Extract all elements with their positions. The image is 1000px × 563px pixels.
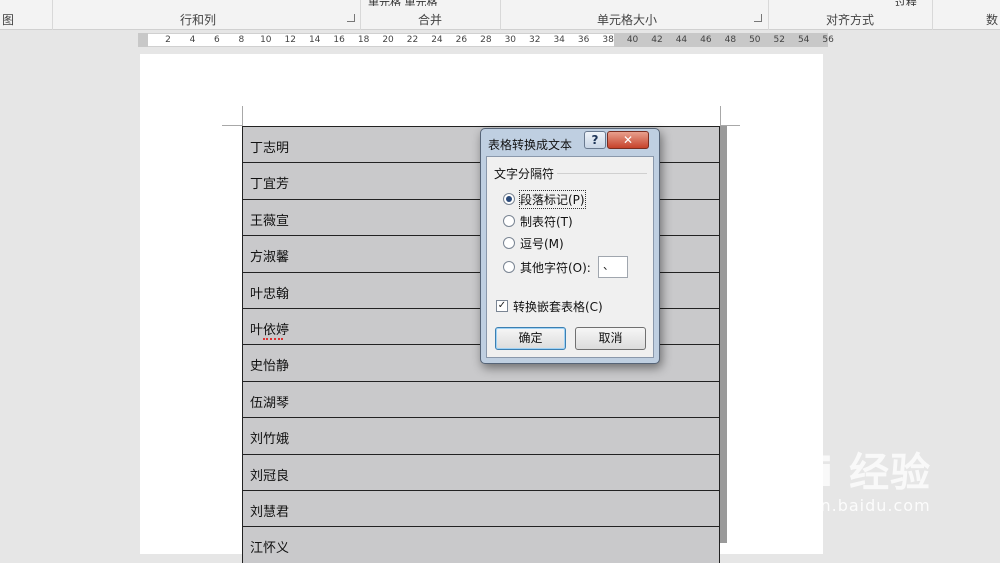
ruler-tick-label: 18 bbox=[357, 35, 370, 45]
group-divider bbox=[557, 173, 647, 174]
help-button[interactable]: ? bbox=[584, 131, 606, 149]
ruler-tick-label: 56 bbox=[822, 35, 834, 45]
ribbon-group-alignment: 对齐方式 bbox=[826, 13, 875, 27]
table-row[interactable]: 刘慧君 bbox=[242, 489, 720, 527]
checkbox-label: 转换嵌套表格(C) bbox=[513, 299, 603, 314]
ruler-tick-label: 38 bbox=[602, 35, 614, 45]
other-char-input[interactable]: 、 bbox=[598, 256, 628, 278]
table-cell-text: 刘冠良 bbox=[250, 468, 290, 484]
dialog-title: 表格转换成文本 bbox=[488, 138, 573, 152]
ribbon-separator bbox=[52, 0, 53, 30]
table-cell-text: 叶忠翰 bbox=[250, 286, 290, 302]
ruler-tick-label: 48 bbox=[724, 35, 737, 45]
ruler-tick-label: 12 bbox=[284, 35, 296, 45]
table-cell-text: 伍湖琴 bbox=[250, 395, 290, 411]
radio-selected-icon bbox=[503, 193, 515, 205]
table-cell-text: 刘慧君 bbox=[250, 504, 290, 520]
radio-label: 其他字符(O): bbox=[520, 260, 591, 275]
ok-button[interactable]: 确定 bbox=[495, 327, 566, 350]
radio-label: 段落标记(P) bbox=[519, 189, 586, 209]
table-cell-text: 方淑馨 bbox=[250, 250, 290, 266]
radio-unselected-icon bbox=[503, 237, 515, 249]
spelling-squiggle bbox=[263, 337, 283, 340]
crop-mark bbox=[720, 106, 721, 126]
ruler-tick-label: 30 bbox=[504, 35, 517, 45]
table-cell-text: 叶依婷 bbox=[250, 322, 290, 338]
ruler-tick-label: 8 bbox=[238, 35, 245, 45]
ruler-tick-label: 44 bbox=[675, 35, 688, 45]
table-row[interactable]: 伍湖琴 bbox=[242, 380, 720, 418]
ruler-tick-label: 32 bbox=[529, 35, 541, 45]
ruler-tick-label: 40 bbox=[626, 35, 639, 45]
ribbon: 单元格 单元格 过程 图 行和列 合并 单元格大小 对齐方式 数 bbox=[0, 0, 1000, 30]
table-row[interactable]: 刘竹娥 bbox=[242, 417, 720, 454]
ruler-tick-label: 54 bbox=[797, 35, 810, 45]
ruler-tick-label: 28 bbox=[480, 35, 492, 45]
ribbon-cut-merge-buttons[interactable]: 单元格 单元格 bbox=[368, 0, 438, 6]
ruler-tick-label: 34 bbox=[553, 35, 565, 45]
table-cell-text: 史怡静 bbox=[250, 359, 290, 375]
ruler-tick-label: 50 bbox=[749, 35, 761, 45]
table-cell-text: 丁志明 bbox=[250, 141, 290, 156]
ruler-tick-label: 26 bbox=[455, 35, 468, 45]
baidu-watermark-url: jingyan.baidu.com bbox=[766, 496, 931, 515]
ruler-tick-label: 42 bbox=[651, 35, 663, 45]
ribbon-separator bbox=[932, 0, 933, 30]
baidu-watermark-logo: Bai 经验 bbox=[760, 450, 932, 496]
crop-mark bbox=[242, 106, 243, 126]
row-end-selection-bar bbox=[720, 126, 727, 543]
radio-comma[interactable]: 逗号(M) bbox=[503, 235, 564, 251]
dialog-launcher-icon[interactable] bbox=[347, 14, 355, 22]
convert-nested-tables-checkbox[interactable]: ✓ 转换嵌套表格(C) bbox=[496, 298, 603, 314]
radio-tab[interactable]: 制表符(T) bbox=[503, 213, 573, 229]
ruler-margin-right bbox=[614, 33, 828, 47]
radio-other-char[interactable]: 其他字符(O): bbox=[503, 259, 591, 275]
ruler-tick-label: 10 bbox=[260, 35, 272, 45]
dialog-launcher-icon[interactable] bbox=[754, 14, 762, 22]
ruler-tick-label: 20 bbox=[382, 35, 394, 45]
ruler-tick-label: 2 bbox=[165, 35, 171, 45]
radio-paragraph-mark[interactable]: 段落标记(P) bbox=[503, 189, 586, 209]
ribbon-separator bbox=[768, 0, 769, 30]
table-cell-text: 江怀义 bbox=[250, 541, 290, 557]
ribbon-cut-align-button[interactable]: 过程 bbox=[895, 0, 917, 6]
ruler-tick-label: 16 bbox=[333, 35, 345, 45]
table-row[interactable]: 江怀义 bbox=[242, 526, 720, 563]
ruler-tick-label: 14 bbox=[308, 35, 321, 45]
table-cell-text: 王薇宣 bbox=[250, 213, 290, 229]
radio-unselected-icon bbox=[503, 215, 515, 227]
ribbon-group-cell-size: 单元格大小 bbox=[597, 13, 658, 27]
ribbon-separator bbox=[360, 0, 361, 30]
ruler-tick-label: 4 bbox=[189, 35, 196, 45]
crop-mark bbox=[222, 125, 242, 126]
ribbon-group-merge: 合并 bbox=[418, 13, 443, 27]
ruler-tick-label: 36 bbox=[577, 35, 590, 45]
ribbon-group-rows-cols: 行和列 bbox=[180, 13, 217, 27]
table-cell-text: 刘竹娥 bbox=[250, 432, 290, 448]
radio-label: 制表符(T) bbox=[520, 214, 573, 229]
dialog-body: 文字分隔符 段落标记(P) 制表符(T) 逗号(M) 其他字符(O): 、 ✓ … bbox=[486, 156, 654, 358]
ruler-tick-label: 22 bbox=[406, 35, 419, 45]
ruler-margin-left bbox=[138, 33, 148, 47]
ruler-tick-label: 6 bbox=[214, 35, 220, 45]
checkmark-icon: ✓ bbox=[496, 300, 508, 312]
close-button[interactable]: ✕ bbox=[607, 131, 649, 149]
table-cell-text: 丁宜芳 bbox=[250, 177, 290, 193]
radio-unselected-icon bbox=[503, 261, 515, 273]
table-row[interactable]: 刘冠良 bbox=[242, 453, 720, 490]
separator-group-title: 文字分隔符 bbox=[494, 167, 555, 181]
ribbon-separator bbox=[500, 0, 501, 30]
ruler-tick-label: 46 bbox=[700, 35, 712, 45]
cancel-button[interactable]: 取消 bbox=[575, 327, 646, 350]
horizontal-ruler[interactable]: 2 4 6 8 10 12 14 16 18 20 22 24 26 28 30 32 34 36 38 40 42 44… bbox=[0, 30, 1000, 50]
ruler-tick-label: 52 bbox=[773, 35, 785, 45]
table-to-text-dialog: 表格转换成文本 ? ✕ 文字分隔符 段落标记(P) 制表符(T) 逗号(M) 其… bbox=[480, 128, 660, 364]
ribbon-group-label: 图 bbox=[2, 13, 15, 27]
ribbon-group-data: 数 bbox=[986, 13, 999, 27]
radio-label: 逗号(M) bbox=[520, 236, 564, 251]
ruler-tick-label: 24 bbox=[431, 35, 443, 45]
